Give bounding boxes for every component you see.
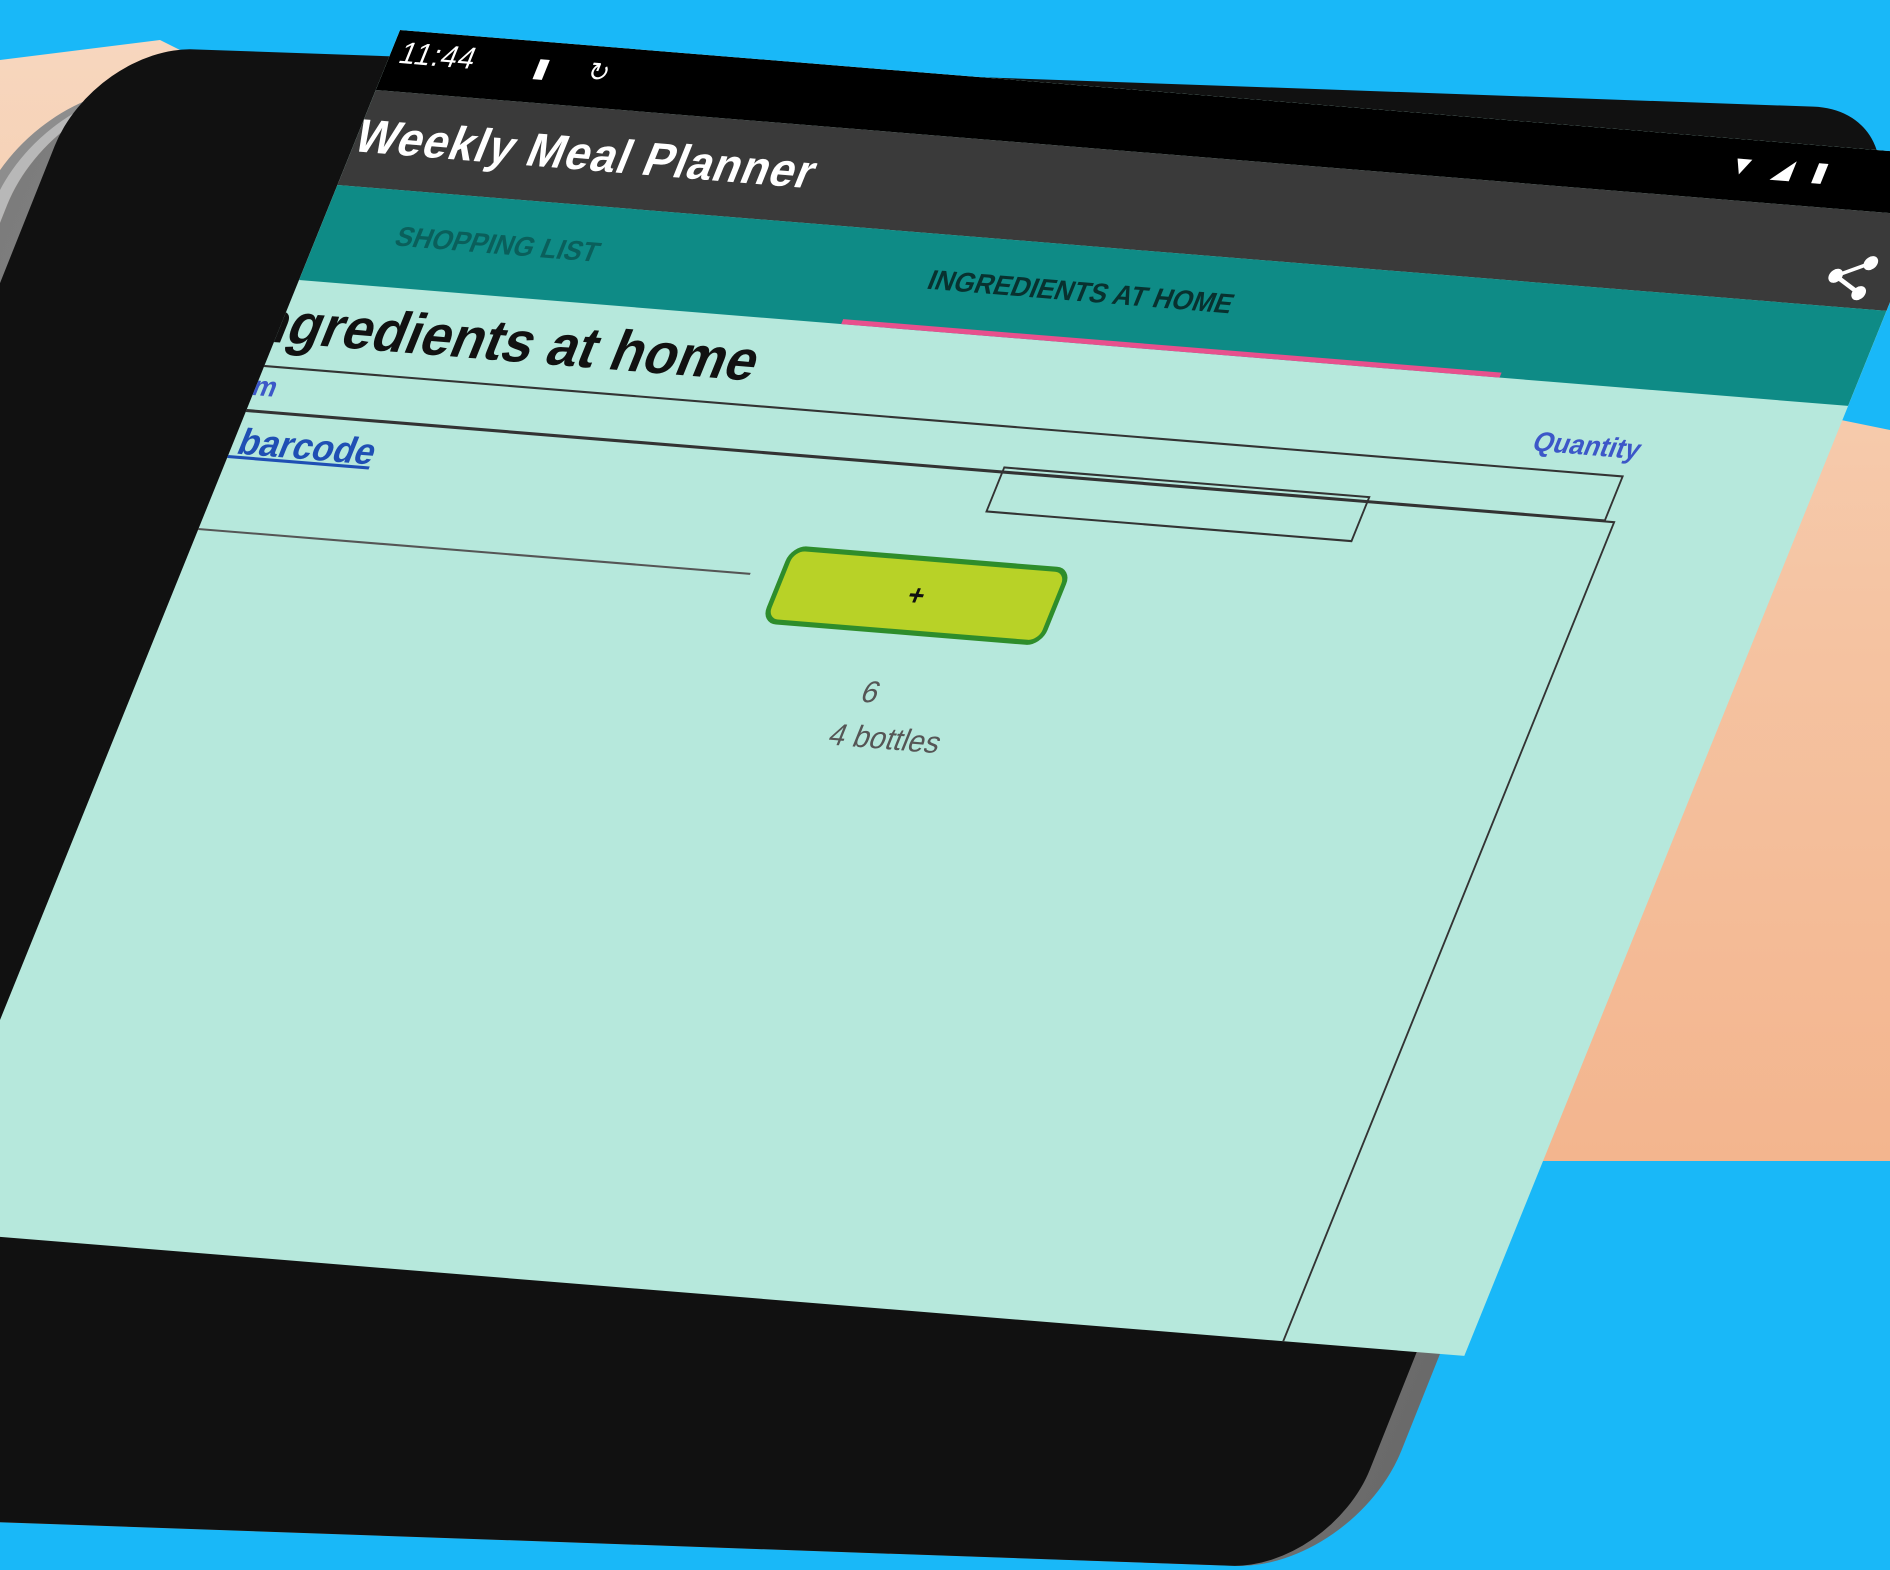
quantity-column-label: Quantity [1528, 426, 1647, 465]
ingredients-panel: Ingredients at home Item Quantity Scan b… [0, 280, 1848, 1356]
app-title: Weekly Meal Planner [347, 109, 827, 199]
sd-card-icon: ▮ [529, 51, 556, 83]
battery-icon: ▮ [1807, 155, 1834, 187]
sync-icon: ↻ [582, 56, 616, 88]
share-icon[interactable] [1811, 250, 1889, 305]
signal-icon: ◢ [1768, 152, 1800, 185]
tab-ingredients-at-home[interactable]: INGREDIENTS AT HOME [923, 265, 1239, 321]
tab-shopping-list[interactable]: SHOPPING LIST [390, 221, 605, 268]
status-time: 11:44 [393, 36, 483, 76]
wifi-icon: ▼ [1724, 148, 1762, 181]
